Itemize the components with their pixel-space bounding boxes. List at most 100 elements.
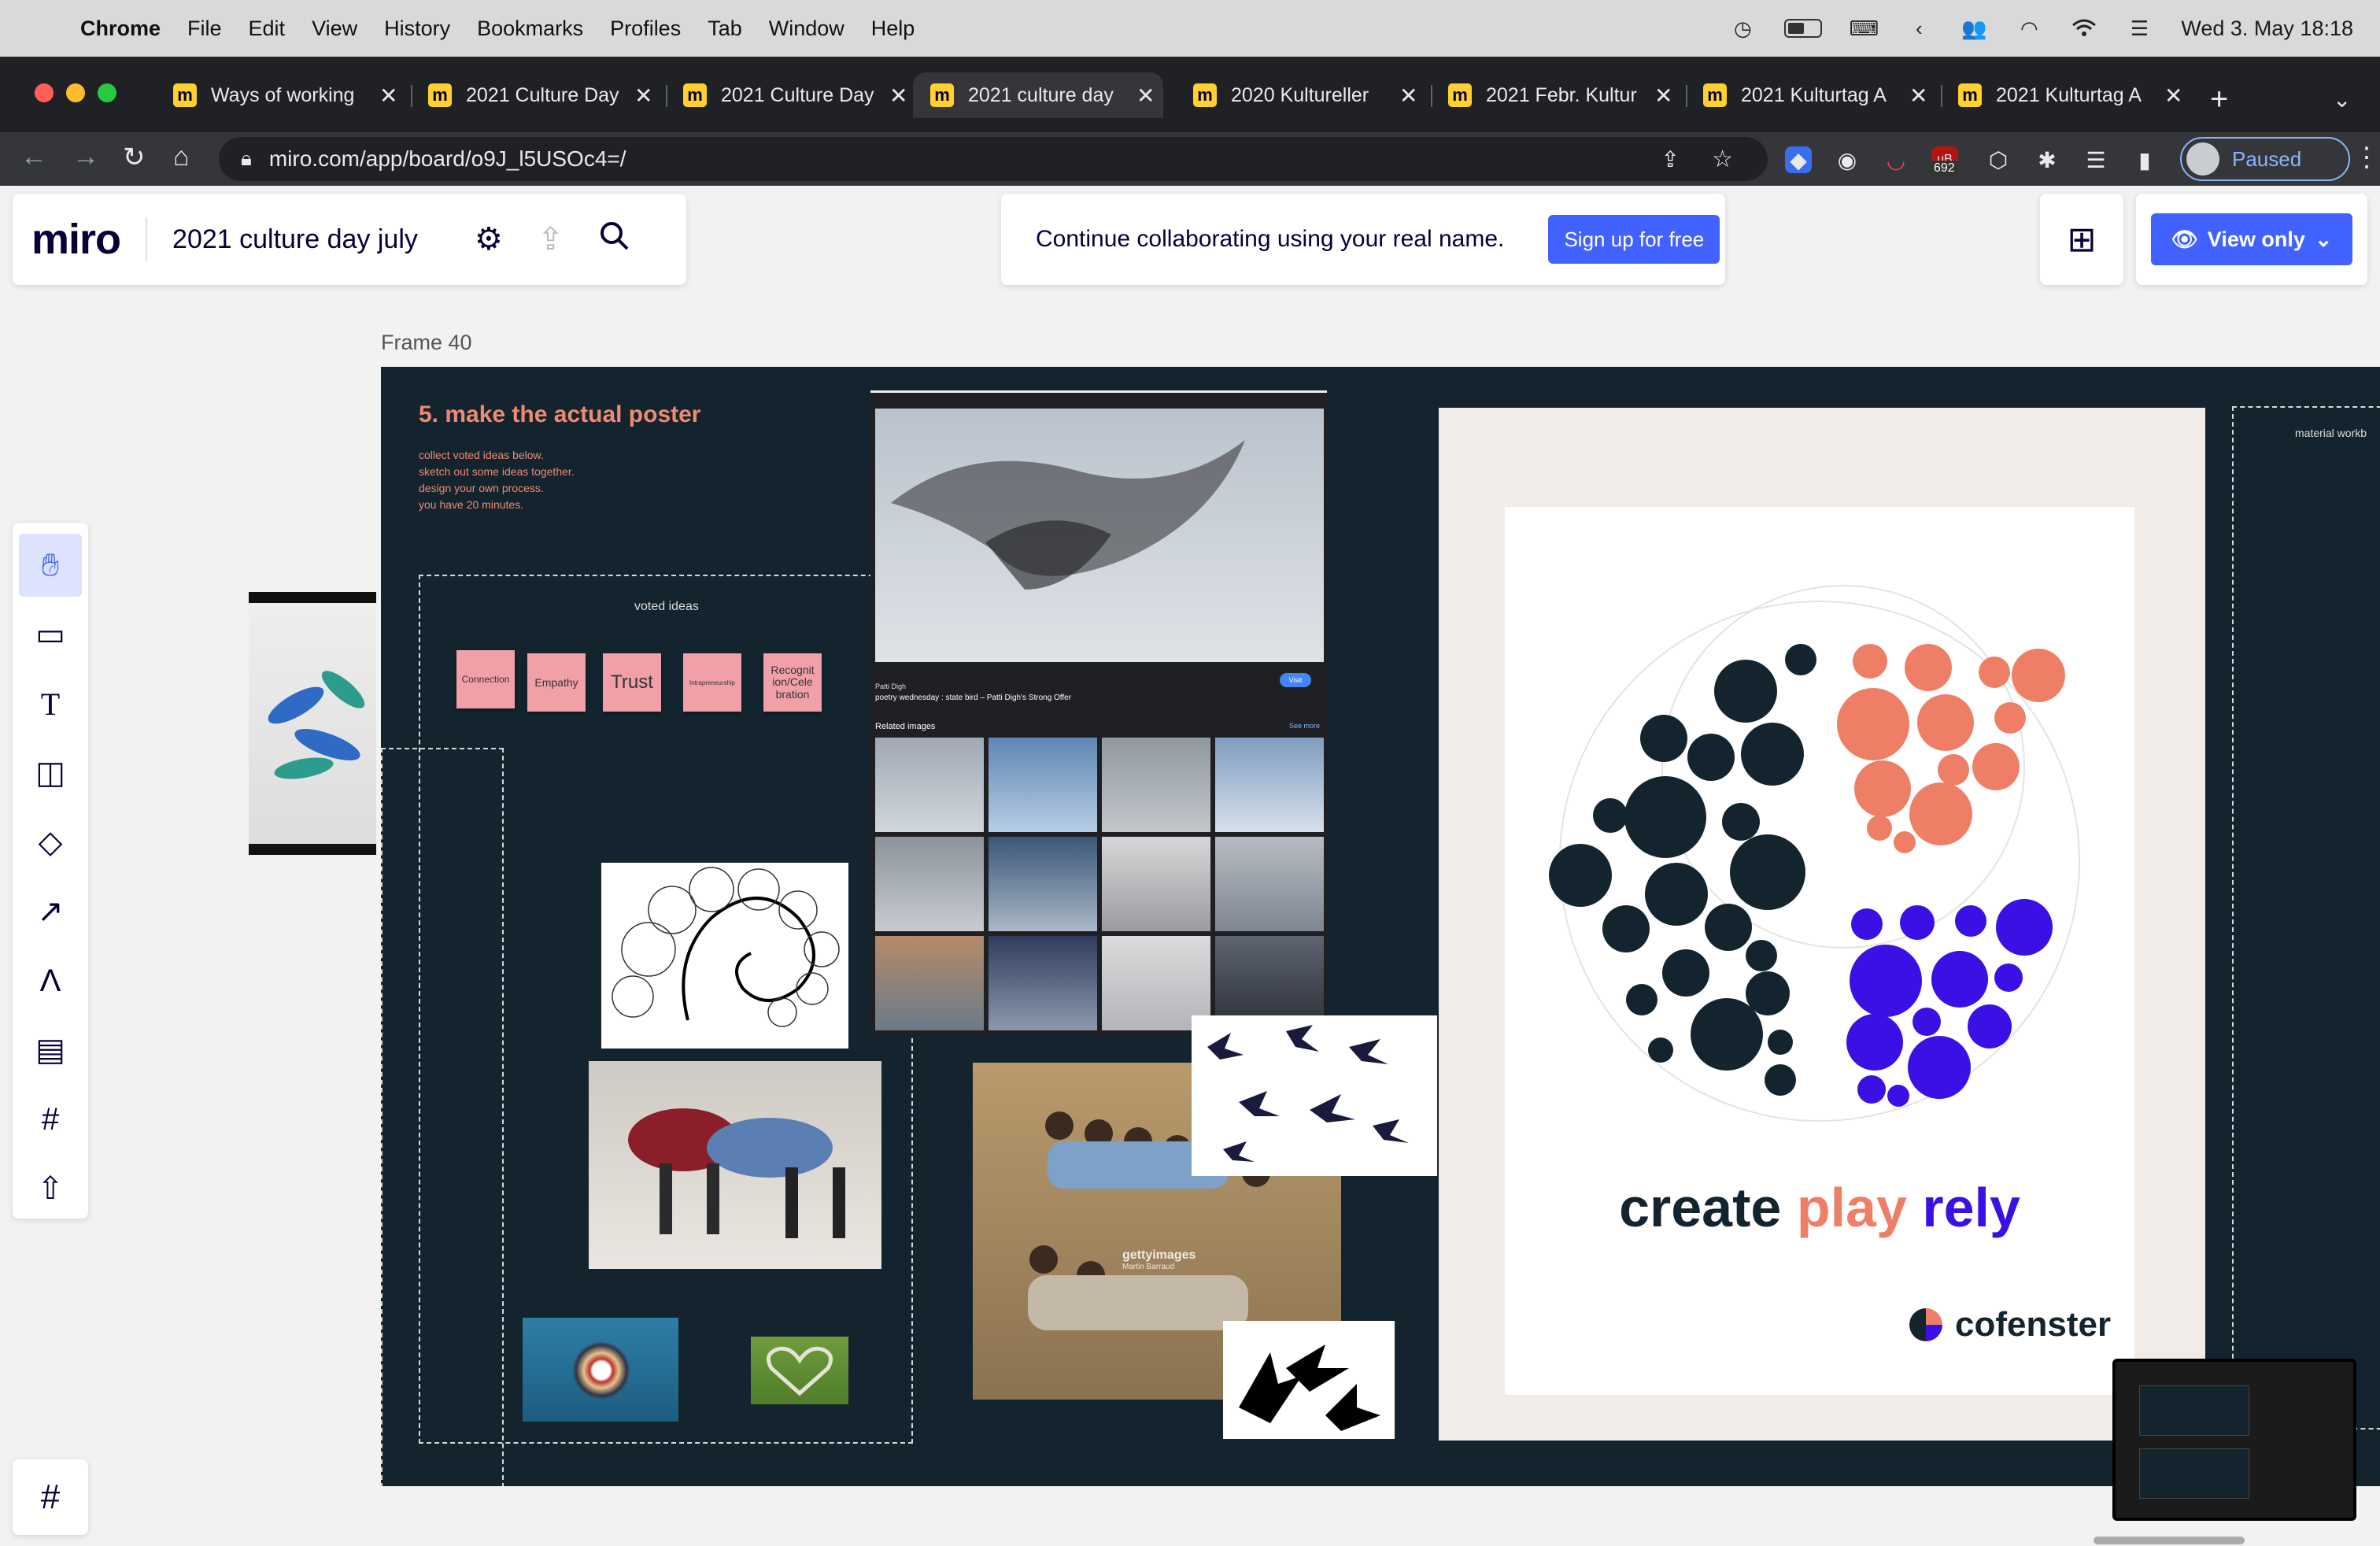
back-icon[interactable]: ← <box>20 142 47 172</box>
arrow-tool-icon[interactable]: ↗ <box>19 880 82 943</box>
upload-tool-icon[interactable]: ⇧ <box>19 1157 82 1220</box>
close-tab-icon[interactable]: ✕ <box>889 83 907 109</box>
time-machine-icon[interactable]: ◷ <box>1729 17 1756 40</box>
pen-tool-icon[interactable]: Λ <box>19 949 82 1012</box>
swallows-image[interactable] <box>1192 1015 1437 1176</box>
sharks-phone-screenshot[interactable] <box>249 592 376 855</box>
related-thumbnail[interactable] <box>875 936 984 1030</box>
tab-search-chevron-icon[interactable]: ⌄ <box>2333 87 2351 113</box>
black-swallows-image[interactable] <box>1223 1321 1395 1439</box>
maximize-window-button[interactable] <box>98 83 116 102</box>
wifi-icon[interactable] <box>2071 17 2097 39</box>
browser-tab[interactable]: m 2021 Culture Day ✕ <box>411 72 661 118</box>
people-icon[interactable]: 👥 <box>1961 17 1987 40</box>
browser-tab[interactable]: m 2021 Culture Day ✕ <box>666 72 916 118</box>
puzzle-extensions-icon[interactable]: ✱ <box>2034 146 2060 173</box>
related-thumbnail[interactable] <box>1215 837 1324 931</box>
lock-icon[interactable]: 🔒︎ <box>241 146 252 172</box>
miro-board-canvas[interactable]: miro 2021 culture day july ⚙ ⇪ Continue … <box>0 186 2380 1546</box>
extension-eyes-icon[interactable]: ◉ <box>1834 146 1861 173</box>
vpn-icon[interactable]: ◠ <box>2016 17 2042 40</box>
minimize-window-button[interactable] <box>66 83 85 102</box>
home-icon[interactable]: ⌂ <box>173 142 190 172</box>
close-tab-icon[interactable]: ✕ <box>379 83 397 109</box>
bitwarden-icon[interactable]: ◆ <box>1785 146 1812 173</box>
battery-icon[interactable] <box>1784 19 1823 38</box>
frame-title[interactable]: Frame 40 <box>381 331 472 355</box>
sign-up-button[interactable]: Sign up for free <box>1548 215 1720 264</box>
close-tab-icon[interactable]: ✕ <box>1909 83 1927 109</box>
menu-tab[interactable]: Tab <box>708 17 742 41</box>
extension-box-icon[interactable]: ⬡ <box>1985 146 2012 173</box>
frame-tool-icon[interactable]: # <box>19 1088 82 1151</box>
related-thumbnail[interactable] <box>989 738 1097 832</box>
trust-exercise-photo[interactable] <box>589 1061 881 1269</box>
related-thumbnail[interactable] <box>875 837 984 931</box>
visit-button[interactable]: Visit <box>1280 673 1311 687</box>
address-bar[interactable]: 🔒︎ miro.com/app/board/o9J_l5USOc4=/ ⇪ ☆ <box>219 137 1768 181</box>
poster-board[interactable]: create play rely cofenster <box>1439 408 2205 1441</box>
sticky-note[interactable]: Recognit ion/Cele bration <box>763 653 822 712</box>
aerial-crowd-photo[interactable] <box>523 1318 678 1422</box>
pocket-icon[interactable]: ◡ <box>1883 146 1909 173</box>
reload-icon[interactable]: ↻ <box>123 142 146 173</box>
settings-gear-icon[interactable]: ⚙ <box>475 221 503 257</box>
side-panel-icon[interactable]: ▮ <box>2131 146 2158 173</box>
export-icon[interactable]: ⇪ <box>538 221 564 257</box>
close-tab-icon[interactable]: ✕ <box>1399 83 1417 109</box>
related-thumbnail[interactable] <box>989 837 1097 931</box>
see-more-link[interactable]: See more <box>1289 722 1320 730</box>
sticky-note[interactable]: Connection <box>456 650 515 708</box>
horizontal-scrollbar[interactable] <box>2094 1537 2245 1544</box>
frames-list-icon[interactable]: # <box>13 1459 88 1535</box>
bookmark-star-icon[interactable]: ☆ <box>1712 146 1733 173</box>
keyboard-icon[interactable]: ⌨ <box>1850 17 1879 40</box>
control-center-icon[interactable]: ☰ <box>2126 17 2153 40</box>
image-search-screenshot[interactable]: Patti Digh poetry wednesday : state bird… <box>870 390 1327 1036</box>
sticky-note[interactable]: Intrapreneurship <box>683 653 741 712</box>
view-only-button[interactable]: 👁︎ View only ⌄ <box>2151 213 2352 265</box>
related-thumbnail[interactable] <box>875 738 984 832</box>
related-thumbnail[interactable] <box>1102 738 1210 832</box>
close-window-button[interactable] <box>35 83 54 102</box>
image-caption-title[interactable]: poetry wednesday : state bird – Patti Di… <box>875 693 1071 702</box>
sticky-note-tool-icon[interactable]: ◫ <box>19 742 82 804</box>
menu-help[interactable]: Help <box>871 17 915 41</box>
miro-logo[interactable]: miro <box>31 215 121 264</box>
frame-40[interactable]: 5. make the actual poster collect voted … <box>381 367 2380 1486</box>
heart-formation-photo[interactable] <box>751 1337 848 1404</box>
reading-list-icon[interactable]: ☰ <box>2082 146 2109 173</box>
fractal-spiral-image[interactable] <box>601 863 848 1049</box>
related-thumbnail[interactable] <box>989 936 1097 1030</box>
shapes-tool-icon[interactable]: ◇ <box>19 811 82 874</box>
browser-tab[interactable]: m 2021 Kulturtag A ✕ <box>1941 72 2191 118</box>
close-tab-icon[interactable]: ✕ <box>1136 83 1155 109</box>
menu-bookmarks[interactable]: Bookmarks <box>477 17 583 41</box>
kebab-menu-icon[interactable]: ⋮ <box>2353 142 2380 173</box>
apps-icon[interactable]: ⊞ <box>2040 194 2123 285</box>
comment-tool-icon[interactable]: ▭ <box>19 603 82 666</box>
menubar-clock[interactable]: Wed 3. May 18:18 <box>2181 17 2353 41</box>
menu-profiles[interactable]: Profiles <box>610 17 681 41</box>
text-tool-icon[interactable]: T <box>19 672 82 735</box>
templates-tool-icon[interactable]: ▤ <box>19 1019 82 1082</box>
related-thumbnail[interactable] <box>1102 837 1210 931</box>
sticky-note[interactable]: Empathy <box>527 653 586 712</box>
menu-app-name[interactable]: Chrome <box>80 17 161 41</box>
browser-tab[interactable]: m 2021 Kulturtag A ✕ <box>1686 72 1936 118</box>
menu-history[interactable]: History <box>384 17 450 41</box>
forward-icon[interactable]: → <box>72 142 99 172</box>
new-tab-icon[interactable]: + <box>2210 82 2228 117</box>
browser-tab-active[interactable]: m 2021 culture day ✕ <box>913 72 1163 118</box>
sticky-note[interactable]: Trust <box>603 653 661 712</box>
close-tab-icon[interactable]: ✕ <box>2164 83 2182 109</box>
menu-edit[interactable]: Edit <box>249 17 286 41</box>
close-tab-icon[interactable]: ✕ <box>1654 83 1672 109</box>
profile-button[interactable]: Paused <box>2180 137 2350 181</box>
browser-tab[interactable]: m Ways of working ✕ <box>156 72 406 118</box>
address-url[interactable]: miro.com/app/board/o9J_l5USOc4=/ <box>269 146 626 172</box>
share-icon[interactable]: ⇪ <box>1661 146 1680 172</box>
browser-tab[interactable]: m 2020 Kultureller ✕ <box>1176 72 1426 118</box>
hand-tool-icon[interactable]: ✋︎ <box>19 534 82 597</box>
close-tab-icon[interactable]: ✕ <box>634 83 652 109</box>
